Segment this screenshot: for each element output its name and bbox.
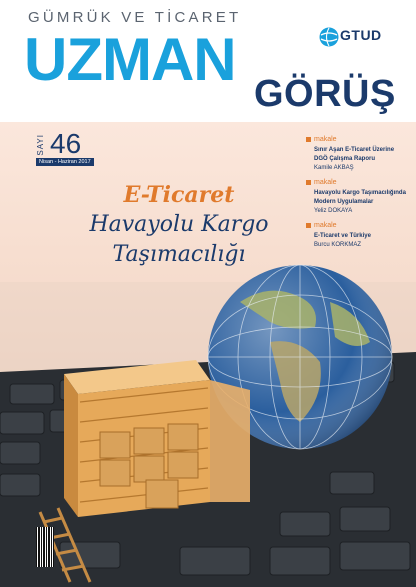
globe-icon xyxy=(319,27,339,47)
toc-category: makale xyxy=(306,179,406,186)
toc-item: makale E-Ticaret ve Türkiye Burcu KORKMA… xyxy=(306,222,406,248)
table-of-contents: makale Sınır Aşan E-Ticaret Üzerine DGÖ … xyxy=(306,136,406,256)
square-bullet-icon xyxy=(306,137,311,142)
magazine-title-main: UZMAN xyxy=(24,26,237,93)
publisher-logo: GTUD xyxy=(318,26,390,50)
toc-author: Burcu KORKMAZ xyxy=(314,242,362,248)
toc-category: makale xyxy=(306,222,406,229)
toc-article-title: Sınır Aşan E-Ticaret Üzerine DGÖ Çalışma… xyxy=(314,147,395,162)
masthead: GÜMRÜK VE TİCARET UZMAN GÖRÜŞ GTUD xyxy=(0,0,416,122)
toc-category: makale xyxy=(306,136,406,143)
toc-category-label: makale xyxy=(314,222,337,229)
issue-label: SAYI xyxy=(36,134,45,156)
square-bullet-icon xyxy=(306,223,311,228)
headline-line-2: Havayolu Kargo xyxy=(89,212,269,237)
toc-item: makale Havayolu Kargo Taşımacılığında Mo… xyxy=(306,179,406,214)
headline-line-1: E-Ticaret xyxy=(123,182,235,208)
issue-info: SAYI 46 Nisan - Haziran 2017 xyxy=(36,128,146,172)
toc-author: Kamile AKBAŞ xyxy=(314,165,354,171)
headline-line-3: Taşımacılığı xyxy=(112,242,246,267)
square-bullet-icon xyxy=(306,180,311,185)
publisher-logo-text: GTUD xyxy=(340,27,382,43)
cover-headline: E-Ticaret Havayolu Kargo Taşımacılığı xyxy=(64,180,294,270)
toc-author: Yeliz DOKAYA xyxy=(314,208,353,214)
toc-category-label: makale xyxy=(314,179,337,186)
barcode-icon xyxy=(36,527,54,567)
toc-article-title: E-Ticaret ve Türkiye xyxy=(314,233,371,239)
issue-date: Nisan - Haziran 2017 xyxy=(36,158,94,166)
toc-category-label: makale xyxy=(314,136,337,143)
magazine-title-second: GÖRÜŞ xyxy=(254,73,396,115)
toc-item: makale Sınır Aşan E-Ticaret Üzerine DGÖ … xyxy=(306,136,406,171)
cover-body: SAYI 46 Nisan - Haziran 2017 E-Ticaret H… xyxy=(0,122,416,587)
magazine-cover: GÜMRÜK VE TİCARET UZMAN GÖRÜŞ GTUD SAYI … xyxy=(0,0,416,587)
toc-article-title: Havayolu Kargo Taşımacılığında Modern Uy… xyxy=(314,190,406,205)
magazine-subtitle: GÜMRÜK VE TİCARET xyxy=(28,9,242,26)
issue-number: 46 xyxy=(50,128,82,159)
